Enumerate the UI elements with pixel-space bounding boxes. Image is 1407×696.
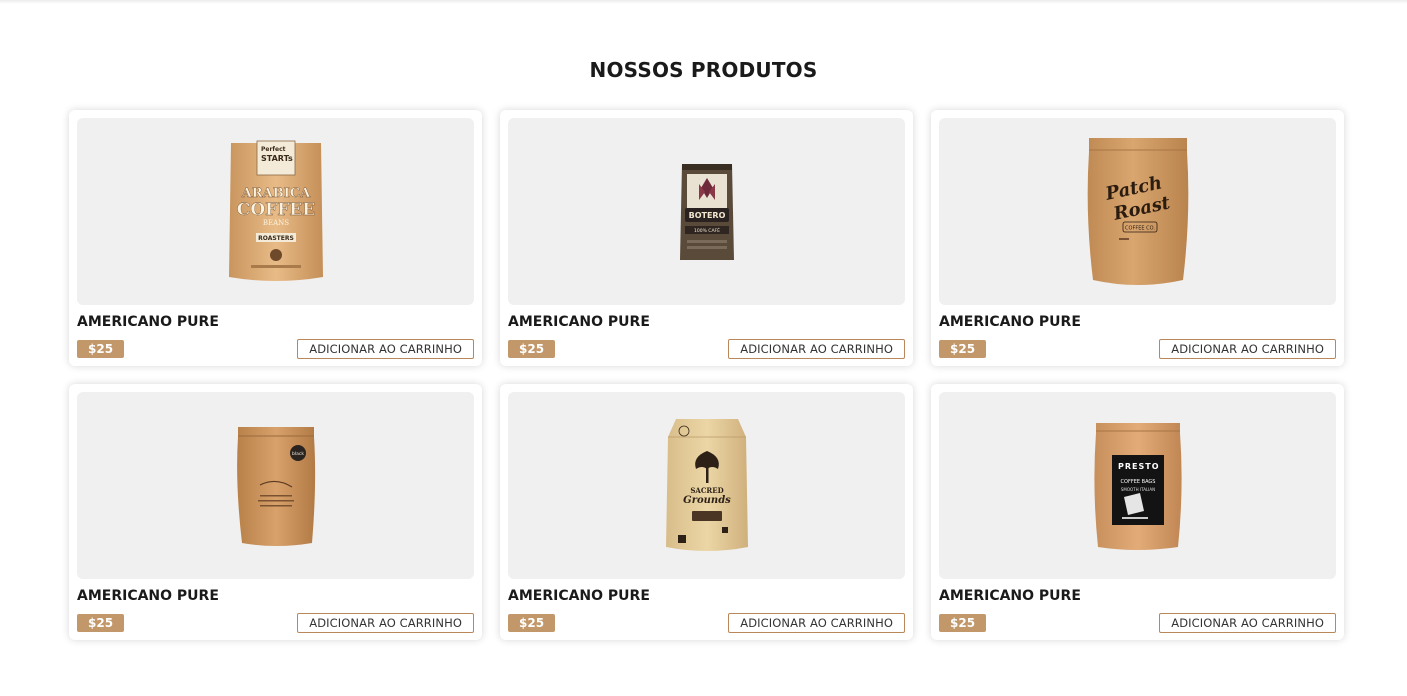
product-image[interactable]: Perfect STARTs ARABICA COFFEE BEANS ROAS… <box>77 118 474 305</box>
svg-text:SACRED: SACRED <box>690 486 723 495</box>
product-card[interactable]: PRESTO COFFEE BAGS SMOOTH ITALIAN AMERIC… <box>931 384 1344 640</box>
svg-text:COFFEE BAGS: COFFEE BAGS <box>1120 479 1155 485</box>
price-badge: $25 <box>939 339 987 358</box>
add-to-cart-button[interactable]: ADICIONAR AO CARRINHO <box>728 612 905 633</box>
card-footer: $25 ADICIONAR AO CARRINHO <box>77 612 474 633</box>
card-footer: $25 ADICIONAR AO CARRINHO <box>508 612 905 633</box>
product-image[interactable]: PRESTO COFFEE BAGS SMOOTH ITALIAN <box>939 392 1336 579</box>
price-badge: $25 <box>939 613 987 632</box>
add-to-cart-button[interactable]: ADICIONAR AO CARRINHO <box>297 338 474 359</box>
product-name: AMERICANO PURE <box>508 314 650 330</box>
svg-text:PRESTO: PRESTO <box>1118 462 1160 471</box>
svg-text:ARABICA: ARABICA <box>240 186 310 201</box>
coffee-bag-kraft-icon: black <box>236 426 315 546</box>
svg-text:SMOOTH ITALIAN: SMOOTH ITALIAN <box>1120 487 1154 492</box>
product-name: AMERICANO PURE <box>939 314 1081 330</box>
svg-text:Perfect: Perfect <box>261 146 286 153</box>
product-image[interactable]: black <box>77 392 474 579</box>
price-badge: $25 <box>508 613 556 632</box>
product-card[interactable]: SACRED Grounds AMERICANO PURE $25 ADICIO… <box>500 384 913 640</box>
svg-text:STARTs: STARTs <box>261 154 293 163</box>
add-to-cart-button[interactable]: ADICIONAR AO CARRINHO <box>297 612 474 633</box>
product-name: AMERICANO PURE <box>77 588 219 604</box>
product-name: AMERICANO PURE <box>939 588 1081 604</box>
section-title: NOSSOS PRODUTOS <box>589 58 818 82</box>
card-footer: $25 ADICIONAR AO CARRINHO <box>939 612 1336 633</box>
card-footer: $25 ADICIONAR AO CARRINHO <box>508 338 905 359</box>
coffee-bag-patch-roast-icon: Patch Roast COFFEE CO. <box>1087 137 1188 285</box>
coffee-bag-sacred-grounds-icon: SACRED Grounds <box>665 418 748 551</box>
add-to-cart-button[interactable]: ADICIONAR AO CARRINHO <box>728 338 905 359</box>
product-card[interactable]: BOTERO 100% CAFÉ AMERICANO PURE $25 ADIC… <box>500 110 913 366</box>
add-to-cart-button[interactable]: ADICIONAR AO CARRINHO <box>1159 338 1336 359</box>
price-badge: $25 <box>77 613 125 632</box>
svg-text:COFFEE CO.: COFFEE CO. <box>1125 225 1155 231</box>
product-card[interactable]: black AMERICANO PURE $25 ADICIONAR AO CA… <box>69 384 482 640</box>
product-card[interactable]: Perfect STARTs ARABICA COFFEE BEANS ROAS… <box>69 110 482 366</box>
card-footer: $25 ADICIONAR AO CARRINHO <box>77 338 474 359</box>
product-image[interactable]: Patch Roast COFFEE CO. <box>939 118 1336 305</box>
header-shadow <box>0 0 1407 4</box>
svg-text:ROASTERS: ROASTERS <box>258 235 294 242</box>
coffee-bag-arabica-icon: Perfect STARTs ARABICA COFFEE BEANS ROAS… <box>228 140 323 281</box>
svg-text:black: black <box>292 451 304 457</box>
coffee-bag-botero-icon: BOTERO 100% CAFÉ <box>679 163 734 260</box>
product-card[interactable]: Patch Roast COFFEE CO. AMERICANO PURE $2… <box>931 110 1344 366</box>
svg-text:Grounds: Grounds <box>683 495 731 506</box>
product-image[interactable]: BOTERO 100% CAFÉ <box>508 118 905 305</box>
svg-text:COFFEE: COFFEE <box>236 200 314 220</box>
svg-text:BOTERO: BOTERO <box>688 211 725 220</box>
svg-text:BEANS: BEANS <box>262 219 288 227</box>
card-footer: $25 ADICIONAR AO CARRINHO <box>939 338 1336 359</box>
price-badge: $25 <box>508 339 556 358</box>
price-badge: $25 <box>77 339 125 358</box>
product-name: AMERICANO PURE <box>77 314 219 330</box>
product-grid: Perfect STARTs ARABICA COFFEE BEANS ROAS… <box>69 110 1344 640</box>
coffee-bag-presto-icon: PRESTO COFFEE BAGS SMOOTH ITALIAN <box>1093 422 1182 550</box>
product-image[interactable]: SACRED Grounds <box>508 392 905 579</box>
add-to-cart-button[interactable]: ADICIONAR AO CARRINHO <box>1159 612 1336 633</box>
product-name: AMERICANO PURE <box>508 588 650 604</box>
